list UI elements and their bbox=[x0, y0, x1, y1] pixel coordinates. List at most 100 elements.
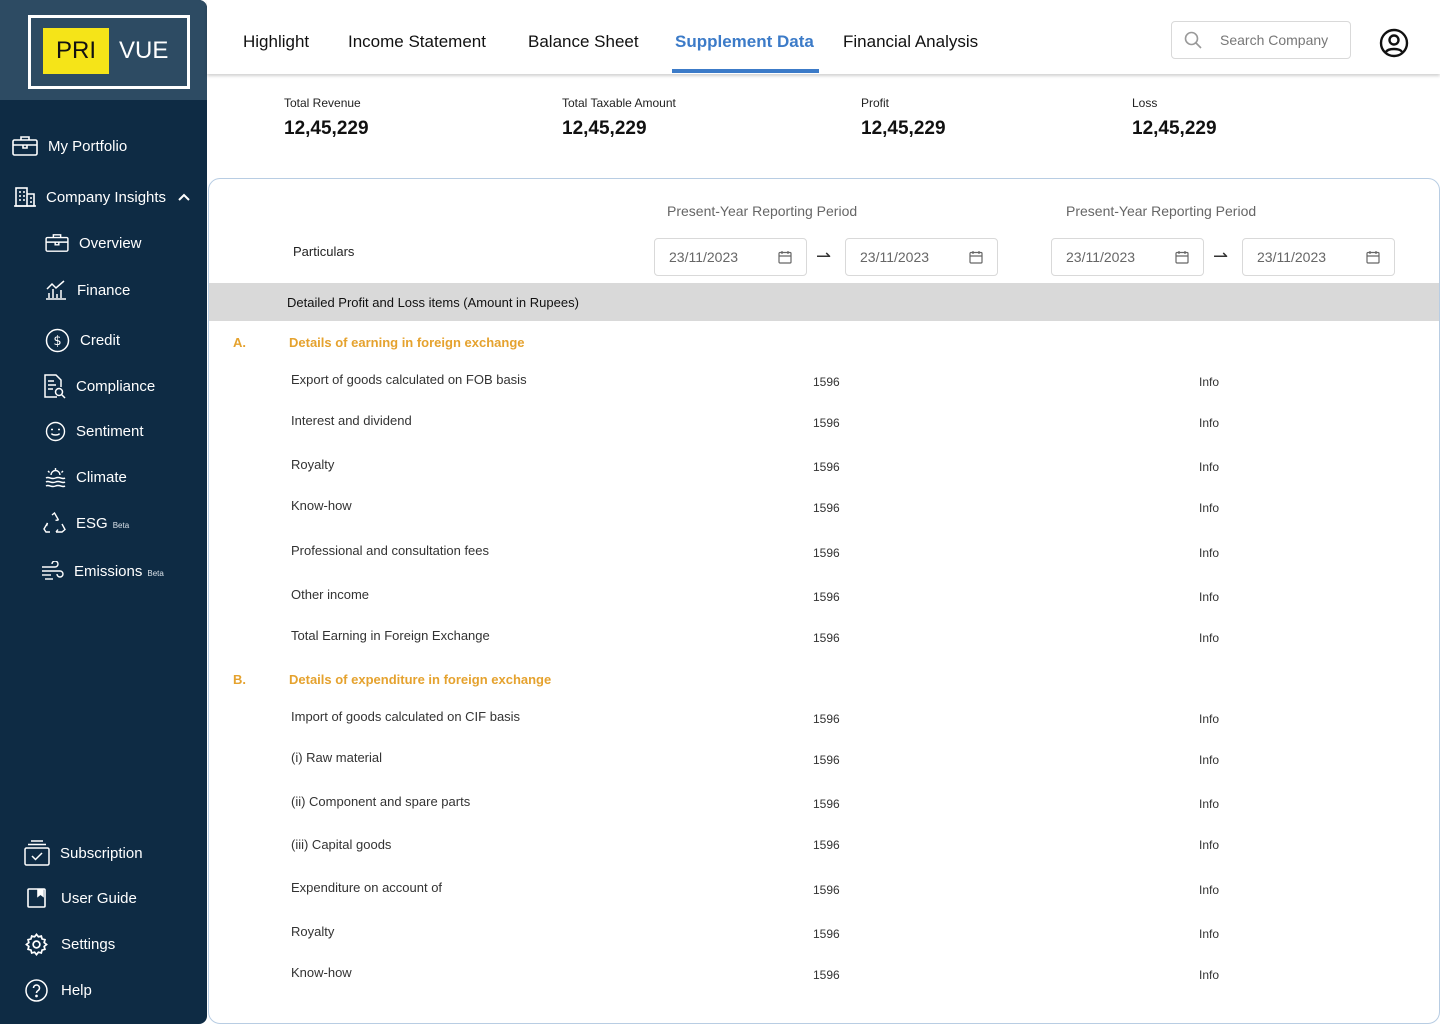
row-info[interactable]: Info bbox=[1199, 501, 1219, 515]
row-info[interactable]: Info bbox=[1199, 546, 1219, 560]
kpi-value: 12,45,229 bbox=[284, 118, 369, 139]
row-value: 1596 bbox=[813, 712, 840, 726]
date-picker-start-2[interactable]: 23/11/2023 bbox=[1051, 238, 1204, 276]
date-picker-start-1[interactable]: 23/11/2023 bbox=[654, 238, 807, 276]
sidebar-item-company-insights[interactable]: Company Insights bbox=[14, 186, 190, 208]
sidebar-item-subscription[interactable]: Subscription bbox=[24, 840, 143, 866]
row-value: 1596 bbox=[813, 631, 840, 645]
date-value: 23/11/2023 bbox=[669, 249, 739, 265]
tab-income-statement[interactable]: Income Statement bbox=[348, 32, 486, 52]
subscription-icon bbox=[24, 840, 50, 866]
row-info[interactable]: Info bbox=[1199, 797, 1219, 811]
date-value: 23/11/2023 bbox=[1066, 249, 1136, 265]
tab-balance-sheet[interactable]: Balance Sheet bbox=[528, 32, 639, 52]
user-profile-icon[interactable] bbox=[1379, 28, 1409, 58]
kpi-value: 12,45,229 bbox=[1132, 118, 1217, 139]
row-info[interactable]: Info bbox=[1199, 375, 1219, 389]
row-info[interactable]: Info bbox=[1199, 712, 1219, 726]
group-letter-b: B. bbox=[233, 672, 246, 687]
sidebar-item-climate[interactable]: Climate bbox=[45, 467, 127, 488]
group-title-b: Details of expenditure in foreign exchan… bbox=[289, 672, 552, 687]
supplement-data-card: Present-Year Reporting Period Present-Ye… bbox=[208, 178, 1440, 1024]
sidebar-item-user-guide[interactable]: User Guide bbox=[27, 888, 137, 908]
kpi-label: Total Revenue bbox=[284, 96, 361, 110]
calendar-icon bbox=[778, 251, 792, 264]
search-box[interactable] bbox=[1171, 21, 1351, 59]
brand-logo[interactable]: PRI VUE bbox=[28, 15, 190, 89]
row-label: (i) Raw material bbox=[291, 750, 383, 765]
help-circle-icon bbox=[25, 979, 48, 1002]
logo-area: PRI VUE bbox=[0, 0, 207, 100]
date-value: 23/11/2023 bbox=[860, 249, 930, 265]
kpi-total-taxable-amount: Total Taxable Amount 12,45,229 bbox=[562, 96, 676, 140]
building-icon bbox=[14, 187, 36, 207]
sidebar-item-help[interactable]: Help bbox=[25, 979, 92, 1002]
row-value: 1596 bbox=[813, 968, 840, 982]
gear-icon bbox=[25, 933, 48, 956]
date-picker-end-1[interactable]: 23/11/2023 bbox=[845, 238, 998, 276]
row-label: Royalty bbox=[291, 457, 335, 472]
period-title-2: Present-Year Reporting Period bbox=[1066, 203, 1257, 219]
sidebar-item-credit[interactable]: $ Credit bbox=[45, 328, 120, 353]
sidebar-item-esg[interactable]: ESG Beta bbox=[43, 512, 129, 534]
period-title-1: Present-Year Reporting Period bbox=[667, 203, 858, 219]
row-label: Export of goods calculated on FOB basis bbox=[291, 372, 527, 387]
sidebar-item-label: User Guide bbox=[61, 889, 137, 907]
kpi-label: Profit bbox=[861, 96, 890, 110]
sidebar-item-my-portfolio[interactable]: My Portfolio bbox=[12, 135, 127, 157]
kpi-total-revenue: Total Revenue 12,45,229 bbox=[284, 96, 369, 140]
row-info[interactable]: Info bbox=[1199, 590, 1219, 604]
row-value: 1596 bbox=[813, 416, 840, 430]
row-info[interactable]: Info bbox=[1199, 838, 1219, 852]
sidebar-item-compliance[interactable]: Compliance bbox=[43, 374, 155, 399]
section-header-bar: Detailed Profit and Loss items (Amount i… bbox=[209, 283, 1439, 321]
sidebar-item-sentiment[interactable]: Sentiment bbox=[45, 421, 144, 442]
sidebar-item-label: Help bbox=[61, 982, 92, 999]
row-info[interactable]: Info bbox=[1199, 927, 1219, 941]
date-picker-end-2[interactable]: 23/11/2023 bbox=[1242, 238, 1395, 276]
row-value: 1596 bbox=[813, 753, 840, 767]
row-label: Import of goods calculated on CIF basis bbox=[291, 709, 521, 724]
recycle-icon bbox=[43, 512, 66, 533]
climate-icon bbox=[45, 468, 66, 488]
book-icon bbox=[27, 888, 46, 908]
kpi-value: 12,45,229 bbox=[562, 118, 647, 139]
dollar-circle-icon: $ bbox=[45, 328, 70, 353]
row-info[interactable]: Info bbox=[1199, 753, 1219, 767]
search-input[interactable] bbox=[1220, 32, 1340, 48]
sidebar-item-settings[interactable]: Settings bbox=[25, 933, 115, 956]
row-info[interactable]: Info bbox=[1199, 460, 1219, 474]
row-info[interactable]: Info bbox=[1199, 631, 1219, 645]
sidebar-item-label: Overview bbox=[79, 234, 142, 252]
briefcase-icon bbox=[12, 136, 38, 156]
tab-highlight[interactable]: Highlight bbox=[243, 32, 309, 52]
sidebar-item-label: Company Insights bbox=[46, 188, 167, 206]
row-value: 1596 bbox=[813, 590, 840, 604]
row-value: 1596 bbox=[813, 460, 840, 474]
briefcase-icon bbox=[45, 234, 69, 252]
sidebar-item-label: Subscription bbox=[60, 844, 143, 862]
row-info[interactable]: Info bbox=[1199, 416, 1219, 430]
tab-supplement-data[interactable]: Supplement Data bbox=[675, 32, 814, 52]
kpi-profit: Profit 12,45,229 bbox=[861, 96, 946, 140]
row-label: Royalty bbox=[291, 924, 335, 939]
smiley-icon bbox=[45, 421, 66, 442]
calendar-icon bbox=[1175, 251, 1189, 264]
row-info[interactable]: Info bbox=[1199, 883, 1219, 897]
logo-vue: VUE bbox=[119, 37, 169, 64]
chevron-up-icon[interactable] bbox=[178, 193, 190, 201]
tab-financial-analysis[interactable]: Financial Analysis bbox=[843, 32, 978, 52]
row-label: Know-how bbox=[291, 498, 352, 513]
row-value: 1596 bbox=[813, 501, 840, 515]
sidebar-item-label: Climate bbox=[76, 469, 127, 486]
row-label: Professional and consultation fees bbox=[291, 543, 490, 558]
row-value: 1596 bbox=[813, 927, 840, 941]
row-value: 1596 bbox=[813, 797, 840, 811]
sidebar-item-emissions[interactable]: Emissions Beta bbox=[41, 561, 164, 581]
sidebar-item-label: Compliance bbox=[76, 378, 156, 395]
row-value: 1596 bbox=[813, 838, 840, 852]
sidebar-item-overview[interactable]: Overview bbox=[45, 233, 142, 253]
row-info[interactable]: Info bbox=[1199, 968, 1219, 982]
sidebar-item-finance[interactable]: Finance bbox=[45, 279, 130, 301]
sidebar-item-label: Emissions bbox=[74, 562, 143, 580]
